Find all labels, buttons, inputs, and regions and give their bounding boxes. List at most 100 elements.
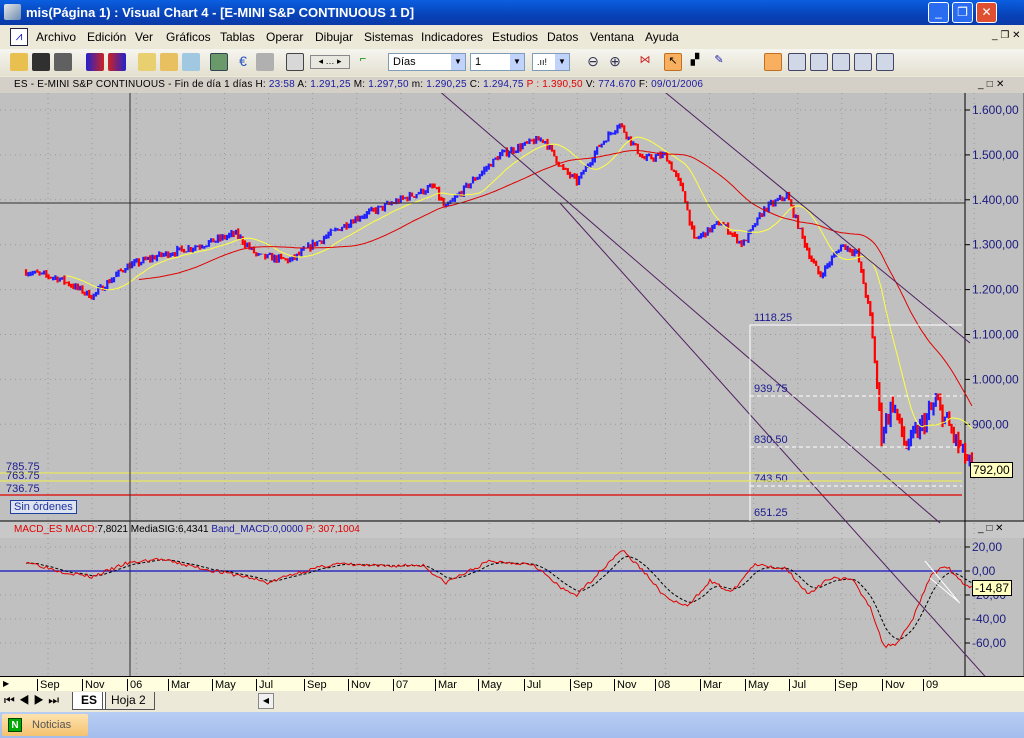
- candle-icon: .ıı!: [537, 57, 548, 67]
- menu-ayuda[interactable]: Ayuda: [645, 30, 679, 44]
- symbol-label: ES - E-MINI S&P CONTINUOUS - Fin de día …: [14, 79, 253, 90]
- save-all-icon[interactable]: [54, 53, 72, 71]
- menu-edición[interactable]: Edición: [87, 30, 126, 44]
- menu-ver[interactable]: Ver: [135, 30, 153, 44]
- macd-value: 7,8021: [97, 524, 128, 535]
- chevron-down-icon: ▼: [510, 54, 524, 70]
- layout-3-icon[interactable]: [810, 53, 828, 71]
- macd-axis-label: -40,00: [972, 612, 1006, 626]
- menu-indicadores[interactable]: Indicadores: [421, 30, 483, 44]
- info-label: V:: [585, 79, 596, 90]
- menu-ventana[interactable]: Ventana: [590, 30, 634, 44]
- zoom-in-icon[interactable]: ⊕: [606, 53, 624, 71]
- news-button[interactable]: N Noticias: [2, 714, 88, 736]
- info-label: H:: [255, 79, 266, 90]
- pen-icon[interactable]: ✎: [710, 53, 728, 71]
- macd-axis-label: 20,00: [972, 540, 1002, 554]
- layout-2-icon[interactable]: [788, 53, 806, 71]
- close-button[interactable]: ✕: [976, 2, 997, 23]
- menu-archivo[interactable]: Archivo: [36, 30, 76, 44]
- menu-tablas[interactable]: Tablas: [220, 30, 255, 44]
- fibonacci-label: 830.50: [754, 434, 788, 446]
- price-level-label: 763.75: [6, 470, 40, 482]
- interval-value: 1: [475, 56, 482, 68]
- info-label: m:: [411, 79, 424, 90]
- interval-select[interactable]: 1 ▼: [470, 53, 525, 71]
- macd-info-bar: MACD_ES MACD:7,8021 MediaSIG:6,4341 Band…: [14, 524, 360, 535]
- info-label: M:: [353, 79, 366, 90]
- band-value: 0,0000: [272, 524, 304, 535]
- compress-icon[interactable]: ⋈: [636, 53, 654, 71]
- price-axis-label: 1.400,00: [972, 193, 1019, 207]
- menu-bar: ⩘ Archivo Edición Ver Gráficos Tablas Operar D…: [0, 25, 1024, 49]
- menu-sistemas[interactable]: Sistemas: [364, 30, 413, 44]
- price-axis-label: 900,00: [972, 417, 1009, 431]
- sig-value: 6,4341: [178, 524, 209, 535]
- zoom-out-icon[interactable]: ⊖: [584, 53, 602, 71]
- tab-hoja-2[interactable]: Hoja 2: [102, 692, 155, 710]
- fibonacci-label: 651.25: [754, 507, 788, 519]
- price-axis-label: 1.600,00: [972, 103, 1019, 117]
- menu-dibujar[interactable]: Dibujar: [315, 30, 353, 44]
- sheet-nav-buttons[interactable]: ⏮◀▶⏭: [4, 693, 63, 708]
- period-select[interactable]: Días ▼: [388, 53, 466, 71]
- quote-info-bar: ES - E-MINI S&P CONTINUOUS - Fin de día …: [0, 77, 1024, 93]
- price-axis-label: 1.100,00: [972, 328, 1019, 342]
- cloud-icon[interactable]: [256, 53, 274, 71]
- info-volume: 774.670: [598, 79, 636, 90]
- band-label: Band_MACD:: [211, 524, 273, 535]
- info-close: 1.294,75: [483, 79, 524, 90]
- fibonacci-label: 939.75: [754, 383, 788, 395]
- info-label: F:: [638, 79, 649, 90]
- menu-estudios[interactable]: Estudios: [492, 30, 538, 44]
- menu-operar[interactable]: Operar: [266, 30, 303, 44]
- mdi-controls[interactable]: _ ❐ ✕: [992, 30, 1020, 41]
- pane-window-controls[interactable]: _ □ ✕: [978, 77, 1005, 93]
- tree-icon[interactable]: [210, 53, 228, 71]
- chart-area[interactable]: 1.600,00 1.500,00 1.400,00 1.300,00 1.200,00…: [0, 93, 1024, 676]
- menu-datos[interactable]: Datos: [547, 30, 578, 44]
- layout-4-icon[interactable]: [832, 53, 850, 71]
- open-icon[interactable]: [10, 53, 28, 71]
- price-pane: [0, 93, 965, 521]
- volume-chart-icon[interactable]: [108, 53, 126, 71]
- scroll-nav-control[interactable]: ◂ … ▸: [310, 55, 350, 69]
- info-open: 1.291,25: [310, 79, 351, 90]
- note-icon[interactable]: ▞: [686, 53, 704, 71]
- info-date: 09/01/2006: [651, 79, 704, 90]
- info-time: 23:58: [268, 79, 295, 90]
- currency-icon[interactable]: €: [234, 53, 252, 71]
- layout-6-icon[interactable]: [876, 53, 894, 71]
- sheet-tabs-bar: ⏮◀▶⏭ ES Hoja 2 ◀: [0, 691, 1024, 711]
- minimize-button[interactable]: _: [928, 2, 949, 23]
- price-level-label: 736.75: [6, 483, 40, 495]
- fibonacci-label: 1118.25: [754, 312, 792, 324]
- cursor-icon[interactable]: ↖: [664, 53, 682, 71]
- restore-button[interactable]: ❐: [952, 2, 973, 23]
- macd-axis-label: 0,00: [972, 564, 996, 578]
- tab-es[interactable]: ES: [72, 692, 107, 710]
- menu-gráficos[interactable]: Gráficos: [166, 30, 211, 44]
- properties-icon[interactable]: [286, 53, 304, 71]
- scroll-left-button[interactable]: ◀: [258, 693, 274, 709]
- folder-chart-icon[interactable]: [138, 53, 156, 71]
- info-label: C:: [469, 79, 481, 90]
- layout-5-icon[interactable]: [854, 53, 872, 71]
- info-price: P : 1.390,50: [526, 79, 583, 90]
- macd-p-value: P: 307,1004: [305, 524, 360, 535]
- macd-pane-controls[interactable]: _ □ ✕: [978, 523, 1004, 534]
- link-icon[interactable]: ⌐: [354, 53, 372, 71]
- macd-name: MACD_ES: [14, 524, 63, 535]
- price-axis-label: 1.000,00: [972, 372, 1019, 386]
- last-price-tag: 792,00: [970, 462, 1013, 478]
- bar-chart-icon[interactable]: [86, 53, 104, 71]
- layout-1-icon[interactable]: [764, 53, 782, 71]
- folder-chart2-icon[interactable]: [160, 53, 178, 71]
- expand-arrow-icon[interactable]: ▶: [3, 679, 9, 688]
- macd-label: MACD:: [65, 524, 98, 535]
- chart-type-select[interactable]: .ıı! ▼: [532, 53, 570, 71]
- save-icon[interactable]: [32, 53, 50, 71]
- folder-chart3-icon[interactable]: [182, 53, 200, 71]
- info-low: 1.290,25: [426, 79, 467, 90]
- orders-badge[interactable]: Sin órdenes: [10, 500, 77, 514]
